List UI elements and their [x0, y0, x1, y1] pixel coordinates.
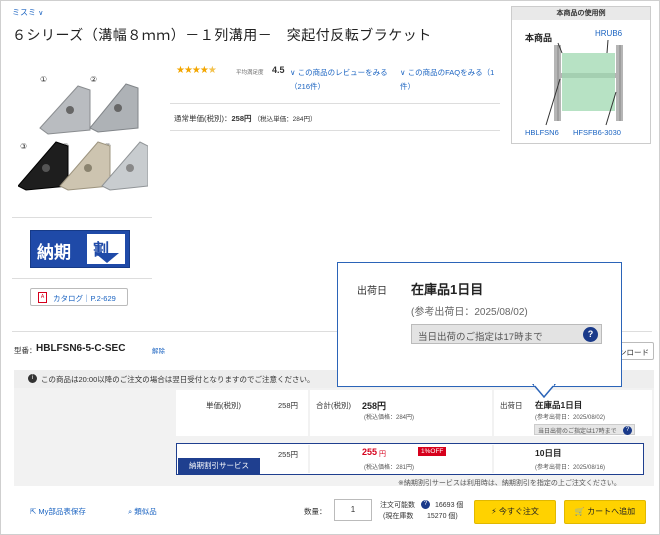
service-yen: 円: [379, 451, 386, 458]
service-footnote: ※納期割引サービスは利用時は、納期割引を指定の上ご注文ください。: [398, 480, 621, 487]
popup-note: 当日出荷のご指定は17時まで ?: [411, 324, 602, 344]
similar-link[interactable]: ⌕ 類似品: [128, 506, 157, 517]
save-bom-link[interactable]: ⇱ My部品表保存: [30, 506, 86, 517]
discount-badge: 1%OFF: [418, 447, 447, 456]
quantity-input[interactable]: 1: [334, 499, 372, 521]
svg-text:①: ①: [40, 75, 47, 84]
cart-icon: 🛒: [574, 507, 588, 516]
buy-now-button[interactable]: ⚡ 今すぐ注文: [474, 500, 556, 524]
service-ship: 10日目: [535, 448, 562, 458]
service-label: 納期割引サービス: [178, 458, 260, 474]
brand-link[interactable]: ミスミ ∨: [12, 7, 43, 18]
ship-note: 当日出荷のご指定は17時まで?: [534, 424, 635, 435]
svg-text:③: ③: [20, 142, 27, 151]
model-label: 型番：: [14, 346, 37, 355]
total-value: 258円: [362, 401, 387, 411]
svg-text:②: ②: [90, 75, 97, 84]
info-icon: i: [28, 374, 37, 383]
ship-value: 在庫品1日目: [535, 400, 583, 410]
cancel-link[interactable]: 解除: [152, 345, 165, 355]
page-title: ６シリーズ（溝幅８ｍｍ）－１列溝用－ 突起付反転ブラケット: [12, 27, 432, 43]
delivery-discount-badge: 納期 割: [30, 230, 130, 268]
ship-date-popup: 出荷日 在庫品1日目 (参考出荷日：2025/08/02) 当日出荷のご指定は1…: [337, 262, 622, 387]
lightning-icon: ⚡: [491, 507, 499, 516]
rating-value: 4.5: [272, 65, 285, 75]
help-icon[interactable]: ?: [421, 500, 430, 509]
qty-label: 数量：: [304, 507, 327, 516]
unit-price-label: 単価(税別): [206, 401, 241, 410]
usage-example: 本商品の使用例 本商品 HRUB6 HBLFSN6 HFSFB6-3030: [511, 6, 651, 144]
rating-stars: ★★★★★: [176, 65, 217, 76]
rating-label: 平均満足度: [236, 70, 264, 76]
chevron-down-icon: ∨: [290, 68, 298, 77]
model-number: HBLFSN6-5-C-SEC: [36, 343, 126, 354]
review-link[interactable]: ∨ この商品のレビューをみる（216件）: [290, 66, 395, 94]
service-ref: (参考出荷日：2025/08/16): [535, 465, 606, 471]
product-image[interactable]: ① ② ③ ④ ⑤: [18, 68, 148, 198]
normal-price: 通常単価(税別)：258円 （税込単価：284円）: [174, 114, 317, 123]
chevron-down-icon: ∨: [400, 68, 408, 77]
pdf-icon: A: [38, 292, 47, 303]
total-label: 合計(税別): [316, 401, 351, 410]
ship-ref: (参考出荷日：2025/08/02): [535, 415, 606, 421]
total-tax: (税込価格：284円): [364, 415, 415, 421]
service-tax: (税込価格：281円): [364, 465, 415, 471]
catalog-button[interactable]: A カタログ｜P.2-629: [30, 288, 128, 306]
stock-label: 注文可能数: [380, 502, 415, 509]
help-icon[interactable]: ?: [623, 426, 632, 435]
add-cart-button[interactable]: 🛒 カートへ追加: [564, 500, 646, 524]
ship-label: 出荷日: [500, 401, 523, 410]
service-unit: 255円: [278, 450, 299, 459]
popup-pointer: [532, 384, 556, 398]
stock-value: 16693 個: [435, 502, 464, 509]
service-price: 255: [362, 447, 378, 457]
help-icon[interactable]: ?: [583, 327, 598, 342]
unit-price-value: 258円: [278, 401, 299, 410]
stock2-label: (現在庫数: [383, 513, 414, 520]
stock2-value: 15270 個): [427, 513, 458, 520]
faq-link[interactable]: ∨ この商品のFAQをみる（1件）: [400, 66, 505, 94]
